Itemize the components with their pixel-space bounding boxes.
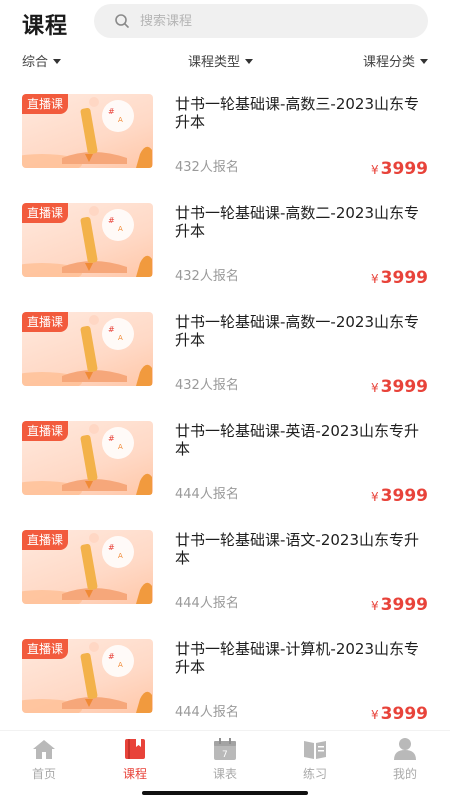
page-title: 课程	[22, 14, 69, 39]
currency-symbol: ¥	[371, 163, 379, 177]
svg-text:7: 7	[222, 750, 228, 760]
nav-label: 首页	[31, 767, 56, 781]
nav-label: 练习	[302, 767, 327, 781]
course-thumbnail: # A 直播课	[22, 94, 153, 168]
currency-symbol: ¥	[371, 708, 379, 722]
filter-course-type[interactable]: 课程类型	[188, 51, 254, 70]
header: 课程	[0, 0, 450, 44]
course-price: ¥3999	[371, 704, 428, 724]
filter-bar: 综合 课程类型 课程分类	[0, 46, 450, 74]
price-value: 3999	[380, 377, 428, 397]
calendar-icon: 7	[214, 738, 236, 760]
price-value: 3999	[380, 268, 428, 288]
currency-symbol: ¥	[371, 272, 379, 286]
nav-schedule[interactable]: 7 课表	[190, 737, 260, 782]
filter-label: 综合	[22, 55, 49, 70]
svg-text:#: #	[108, 652, 115, 661]
course-thumbnail: # A 直播课	[22, 421, 153, 495]
svg-text:#: #	[108, 543, 115, 552]
course-title: 廿书一轮基础课-高数三-2023山东专升本	[175, 95, 420, 131]
price-value: 3999	[380, 595, 428, 615]
enrollment-count: 444人报名	[175, 596, 239, 611]
search-input[interactable]	[140, 13, 400, 29]
nav-practice[interactable]: 练习	[280, 737, 350, 782]
course-thumbnail: # A 直播课	[22, 312, 153, 386]
nav-course[interactable]: 课程	[100, 737, 170, 782]
course-item[interactable]: # A 直播课 廿书一轮基础课-语文-2023山东专升本 444人报名 ¥399…	[0, 522, 450, 631]
svg-text:#: #	[108, 325, 115, 334]
filter-course-category[interactable]: 课程分类	[363, 51, 428, 70]
price-value: 3999	[380, 704, 428, 724]
live-course-badge: 直播课	[22, 94, 69, 114]
nav-label: 课表	[212, 767, 237, 781]
nav-profile[interactable]: 我的	[370, 737, 440, 782]
nav-home[interactable]: 首页	[9, 737, 79, 782]
svg-text:#: #	[108, 434, 115, 443]
svg-text:A: A	[118, 225, 123, 233]
course-thumbnail: # A 直播课	[22, 530, 153, 604]
enrollment-count: 432人报名	[175, 269, 239, 284]
svg-text:A: A	[118, 443, 123, 451]
course-item[interactable]: # A 直播课 廿书一轮基础课-高数三-2023山东专升本 432人报名 ¥39…	[0, 86, 450, 195]
currency-symbol: ¥	[371, 599, 379, 613]
live-course-badge: 直播课	[22, 203, 69, 223]
filter-label: 课程类型	[188, 55, 241, 70]
course-item[interactable]: # A 直播课 廿书一轮基础课-英语-2023山东专升本 444人报名 ¥399…	[0, 413, 450, 522]
caret-down-icon	[420, 58, 428, 64]
practice-icon	[304, 741, 326, 759]
profile-icon	[394, 738, 416, 760]
course-price: ¥3999	[371, 268, 428, 288]
live-course-badge: 直播课	[22, 312, 69, 332]
caret-down-icon	[53, 58, 62, 64]
nav-label: 课程	[122, 767, 147, 781]
svg-text:A: A	[118, 661, 123, 669]
course-item[interactable]: # A 直播课 廿书一轮基础课-高数二-2023山东专升本 432人报名 ¥39…	[0, 195, 450, 304]
course-thumbnail: # A 直播课	[22, 203, 153, 277]
search-bar[interactable]	[94, 4, 428, 38]
course-price: ¥3999	[371, 595, 428, 615]
bottom-nav: 首页 课程 7 课表 练习 我的	[0, 730, 450, 800]
live-course-badge: 直播课	[22, 639, 69, 659]
course-price: ¥3999	[371, 159, 428, 179]
svg-text:#: #	[108, 216, 115, 225]
course-title: 廿书一轮基础课-高数二-2023山东专升本	[175, 204, 420, 240]
course-item[interactable]: # A 直播课 廿书一轮基础课-高数一-2023山东专升本 432人报名 ¥39…	[0, 304, 450, 413]
enrollment-count: 432人报名	[175, 378, 239, 393]
search-icon	[115, 14, 129, 28]
enrollment-count: 444人报名	[175, 487, 239, 502]
course-title: 廿书一轮基础课-语文-2023山东专升本	[175, 531, 420, 567]
nav-label: 我的	[392, 767, 417, 781]
course-item[interactable]: # A 直播课 廿书一轮基础课-计算机-2023山东专升本 444人报名 ¥39…	[0, 631, 450, 740]
price-value: 3999	[380, 486, 428, 506]
course-price: ¥3999	[371, 377, 428, 397]
currency-symbol: ¥	[371, 490, 379, 504]
caret-down-icon	[245, 58, 254, 64]
enrollment-count: 444人报名	[175, 705, 239, 720]
live-course-badge: 直播课	[22, 530, 69, 550]
home-indicator	[142, 791, 308, 795]
enrollment-count: 432人报名	[175, 160, 239, 175]
price-value: 3999	[380, 159, 428, 179]
course-thumbnail: # A 直播课	[22, 639, 153, 713]
course-title: 廿书一轮基础课-计算机-2023山东专升本	[175, 640, 420, 676]
home-icon	[33, 740, 55, 759]
course-title: 廿书一轮基础课-高数一-2023山东专升本	[175, 313, 420, 349]
course-price: ¥3999	[371, 486, 428, 506]
svg-text:A: A	[118, 334, 123, 342]
currency-symbol: ¥	[371, 381, 379, 395]
svg-text:#: #	[108, 107, 115, 116]
filter-comprehensive[interactable]: 综合	[22, 51, 62, 70]
filter-label: 课程分类	[362, 55, 415, 70]
book-icon	[125, 739, 145, 759]
course-title: 廿书一轮基础课-英语-2023山东专升本	[175, 422, 420, 458]
live-course-badge: 直播课	[22, 421, 69, 441]
svg-text:A: A	[118, 116, 123, 124]
svg-text:A: A	[118, 552, 123, 560]
